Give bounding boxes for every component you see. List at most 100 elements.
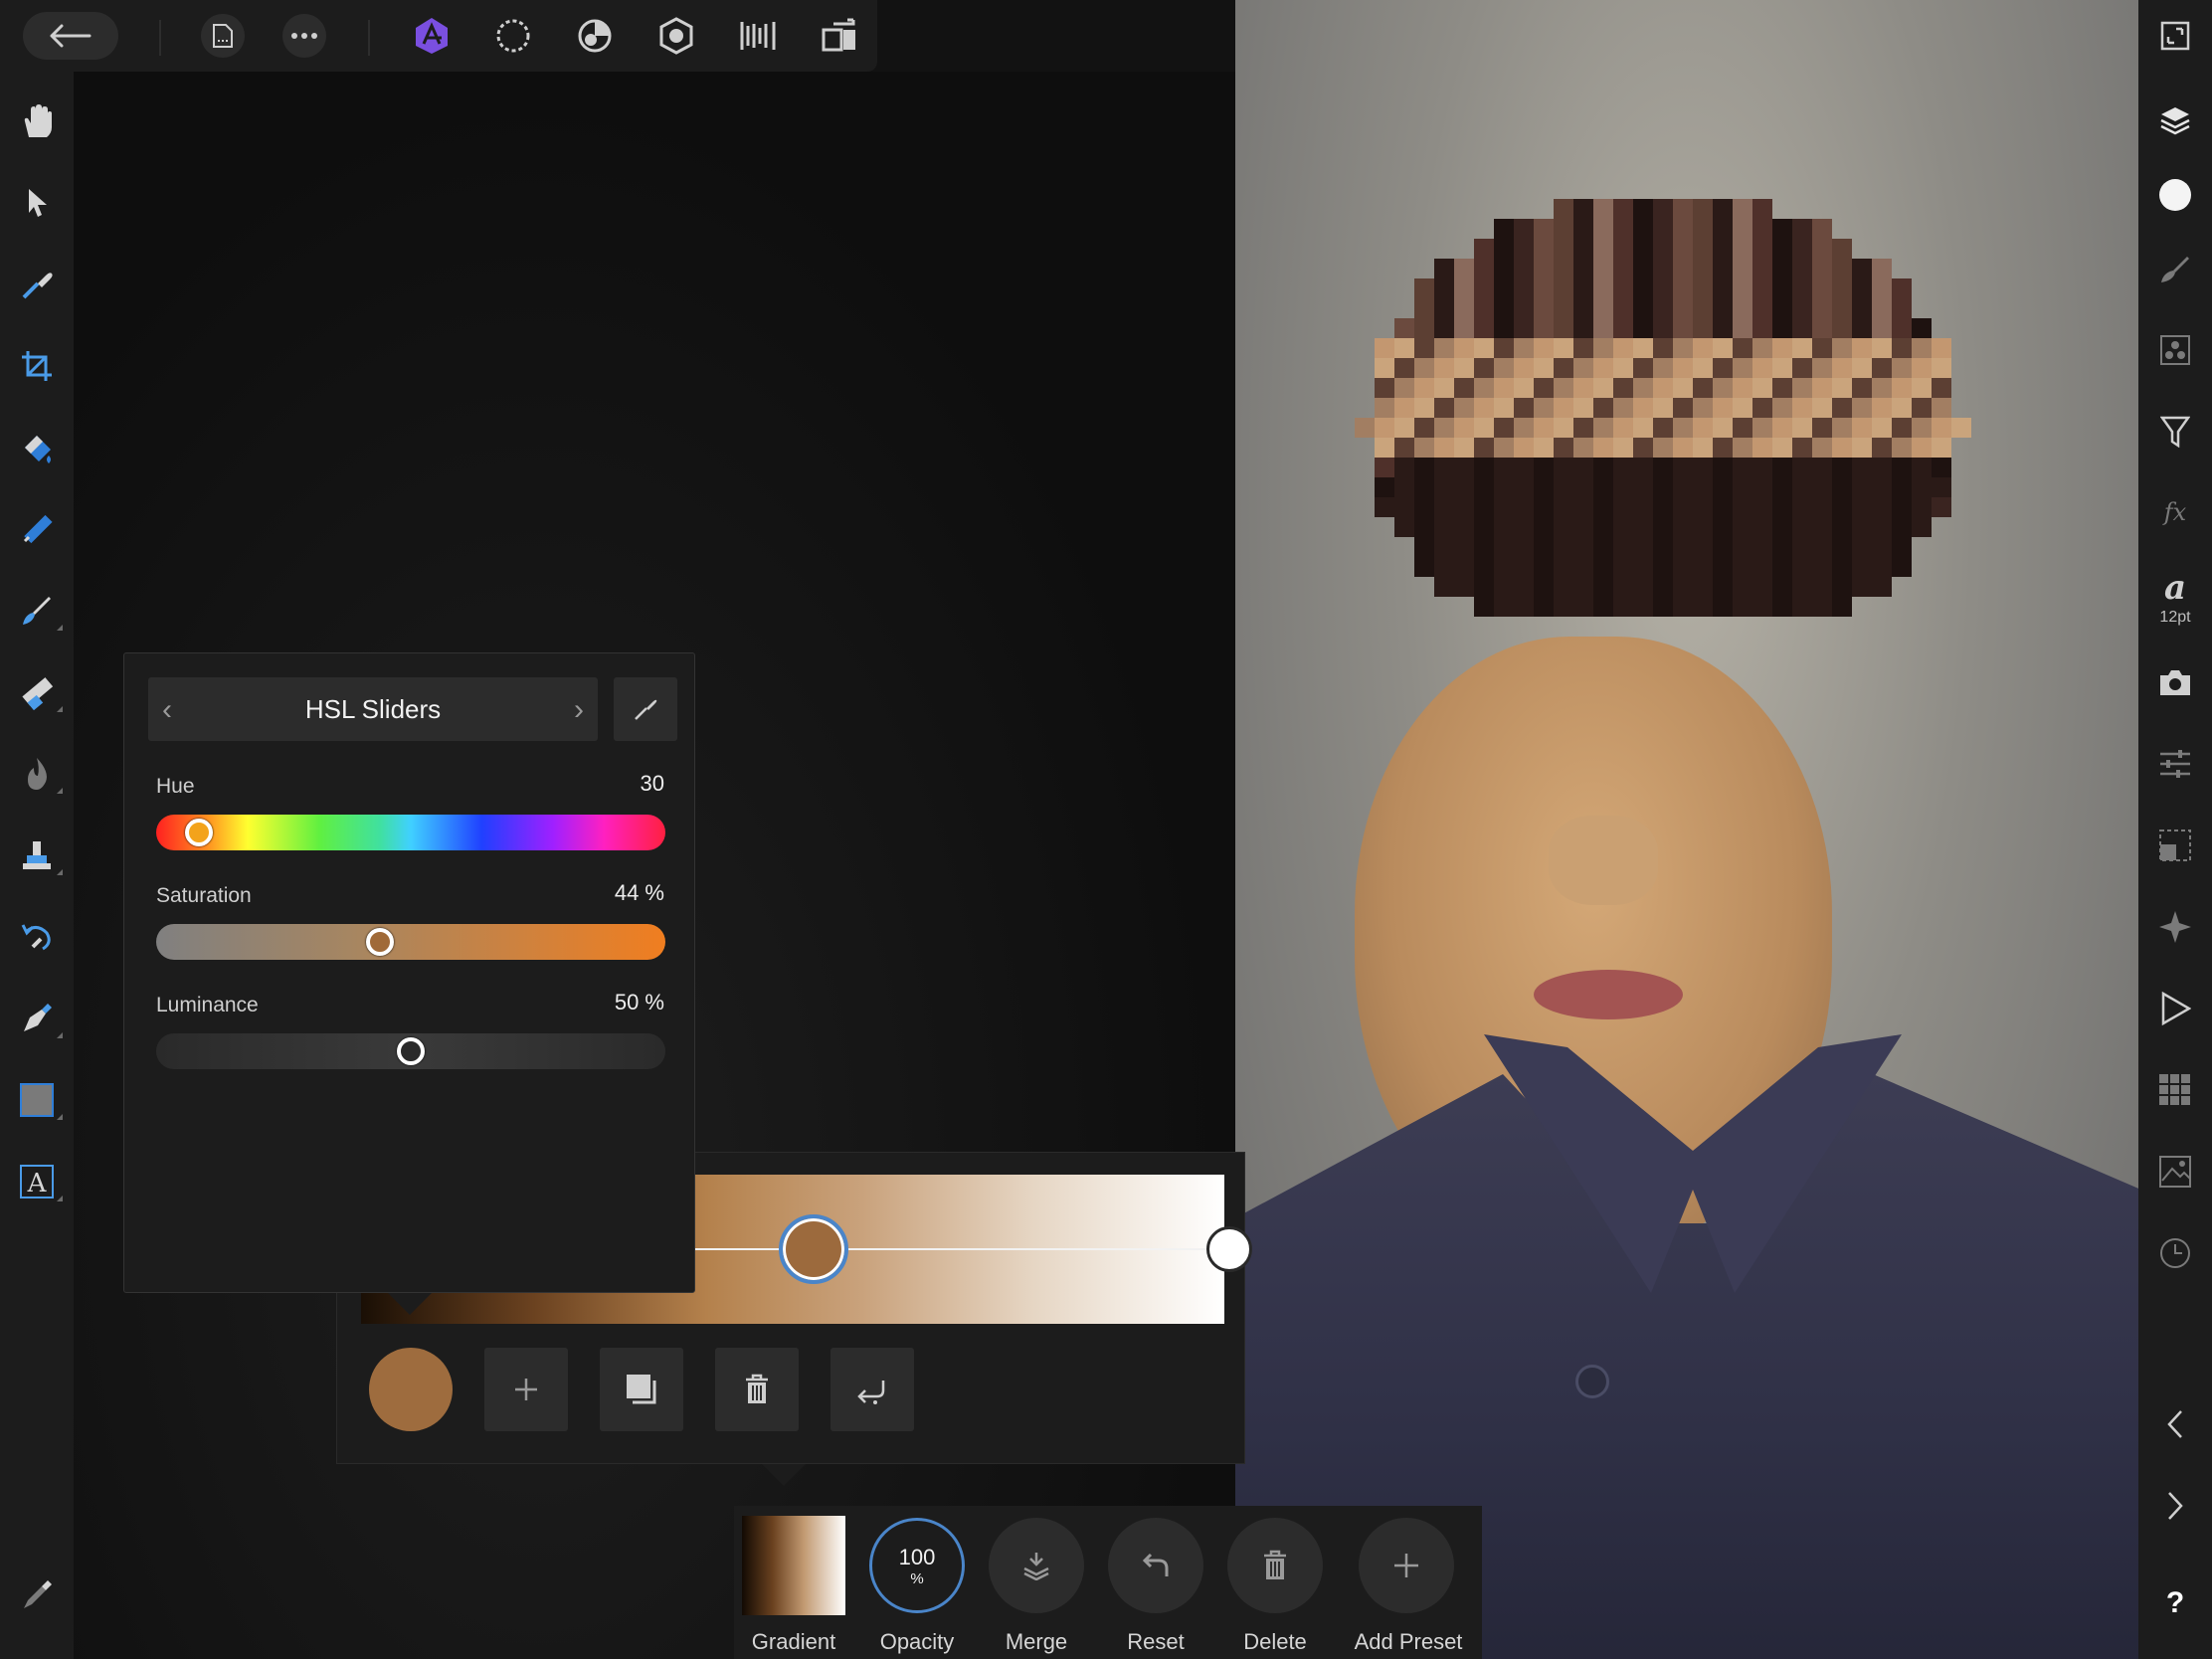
color-icon <box>2159 179 2191 211</box>
reverse-icon <box>857 1381 885 1404</box>
eyedropper-icon <box>635 699 657 720</box>
photo-document[interactable] <box>1235 0 2138 1659</box>
duplicate-stop-button[interactable] <box>600 1348 683 1431</box>
svg-text:a: a <box>2164 569 2186 605</box>
crop-tool[interactable] <box>13 342 61 390</box>
luminance-slider[interactable] <box>156 1033 665 1069</box>
text-style-button[interactable]: a <box>2151 563 2199 611</box>
opacity-control[interactable]: 100 % <box>869 1518 965 1613</box>
text-icon: A <box>20 1165 54 1198</box>
expand-panel-button[interactable] <box>2151 1482 2199 1530</box>
layers-button[interactable] <box>2151 95 2199 143</box>
tool-group-indicator <box>57 706 63 712</box>
transform-button[interactable] <box>2151 822 2199 869</box>
color-studio-button[interactable] <box>2151 171 2199 219</box>
reverse-gradient-button[interactable] <box>830 1348 914 1431</box>
gradient-stop-selected[interactable] <box>779 1214 848 1284</box>
pen-tool[interactable] <box>13 995 63 1042</box>
back-button[interactable] <box>23 12 118 60</box>
crop-icon <box>22 351 52 381</box>
hue-slider[interactable] <box>156 815 665 850</box>
gradient-stop-end[interactable] <box>1206 1226 1252 1272</box>
trash-icon <box>1264 1550 1286 1579</box>
toolbar-divider <box>368 20 370 56</box>
saturation-slider[interactable] <box>156 924 665 960</box>
history-button[interactable] <box>2151 1229 2199 1277</box>
hue-value: 30 <box>640 771 664 796</box>
hsl-panel-pointer <box>388 1293 432 1315</box>
text-tool[interactable]: A <box>13 1158 63 1205</box>
move-icon <box>29 189 47 217</box>
liquify-persona-icon <box>496 19 530 53</box>
brushes-button[interactable] <box>2151 245 2199 292</box>
expand-right-icon <box>2168 1492 2183 1520</box>
photo-persona-icon <box>416 18 448 54</box>
delete-button[interactable] <box>1227 1518 1323 1613</box>
stop-color-swatch[interactable] <box>369 1348 453 1431</box>
toolbar-divider <box>159 20 161 56</box>
fx-button[interactable]: fx <box>2151 489 2199 537</box>
svg-text:fx: fx <box>2162 498 2187 526</box>
back-arrow-icon <box>50 24 92 48</box>
document-button[interactable] <box>201 14 245 58</box>
plus-icon <box>1394 1554 1418 1577</box>
liquify-persona-button[interactable] <box>491 14 535 58</box>
opacity-unit: % <box>910 1569 924 1587</box>
collapse-panel-button[interactable] <box>2151 1400 2199 1448</box>
stock-button[interactable] <box>2151 1066 2199 1114</box>
gradient-tool[interactable] <box>13 505 61 553</box>
help-button[interactable]: ? <box>2151 1579 2199 1627</box>
rectangle-tool[interactable] <box>13 1076 63 1124</box>
saturation-value: 44 % <box>614 880 664 905</box>
hand-icon <box>24 104 52 137</box>
camera-icon <box>2160 670 2190 695</box>
dodge-tool[interactable] <box>13 750 63 798</box>
erase-brush-icon <box>22 677 54 710</box>
left-toolbar: A <box>0 72 74 1659</box>
merge-button[interactable] <box>989 1518 1084 1613</box>
add-stop-button[interactable] <box>484 1348 568 1431</box>
fit-button[interactable] <box>2151 12 2199 60</box>
gradient-thumbnail[interactable] <box>742 1516 845 1615</box>
color-picker-tool[interactable] <box>13 261 61 308</box>
adjustments-button[interactable] <box>2151 740 2199 788</box>
tool-settings-button[interactable] <box>13 1571 61 1619</box>
navigator-button[interactable] <box>2151 903 2199 951</box>
image-button[interactable] <box>2151 1148 2199 1196</box>
chevron-right-icon[interactable]: › <box>574 693 584 727</box>
hue-slider-knob[interactable] <box>184 819 213 846</box>
flood-fill-tool[interactable] <box>13 424 61 471</box>
add-preset-button[interactable] <box>1359 1518 1454 1613</box>
reset-button[interactable] <box>1108 1518 1203 1613</box>
move-tool[interactable] <box>13 179 61 227</box>
export-persona-button[interactable] <box>736 14 780 58</box>
tone-mapping-persona-button[interactable] <box>654 14 698 58</box>
undo-brush-tool[interactable] <box>13 913 61 961</box>
channels-icon <box>2160 335 2190 365</box>
stock-icon <box>2159 1074 2190 1105</box>
luminance-slider-knob[interactable] <box>397 1037 425 1065</box>
develop-persona-button[interactable] <box>573 14 617 58</box>
more-button[interactable] <box>282 14 326 58</box>
right-studio-toolbar: fx a 12pt ? <box>2138 0 2212 1659</box>
camera-button[interactable] <box>2151 658 2199 706</box>
filters-button[interactable] <box>2151 408 2199 456</box>
erase-brush-tool[interactable] <box>13 668 63 716</box>
macro-button[interactable] <box>2151 985 2199 1032</box>
delete-stop-button[interactable] <box>715 1348 799 1431</box>
eyedropper-button[interactable] <box>614 677 677 741</box>
text-size-label: 12pt <box>2159 609 2191 626</box>
dodge-icon <box>28 758 47 790</box>
saturation-slider-knob[interactable] <box>366 928 395 956</box>
channels-button[interactable] <box>2151 326 2199 374</box>
rectangle-icon <box>20 1083 54 1117</box>
clone-tool[interactable] <box>13 831 63 879</box>
hand-tool[interactable] <box>13 97 61 145</box>
color-mode-selector[interactable]: ‹ HSL Sliders › <box>148 677 598 741</box>
share-button[interactable] <box>818 14 861 58</box>
paint-brush-tool[interactable] <box>13 587 63 635</box>
filters-icon <box>2160 416 2190 448</box>
luminance-label: Luminance <box>156 994 259 1016</box>
photo-persona-button[interactable] <box>410 14 454 58</box>
plus-icon <box>515 1379 537 1400</box>
